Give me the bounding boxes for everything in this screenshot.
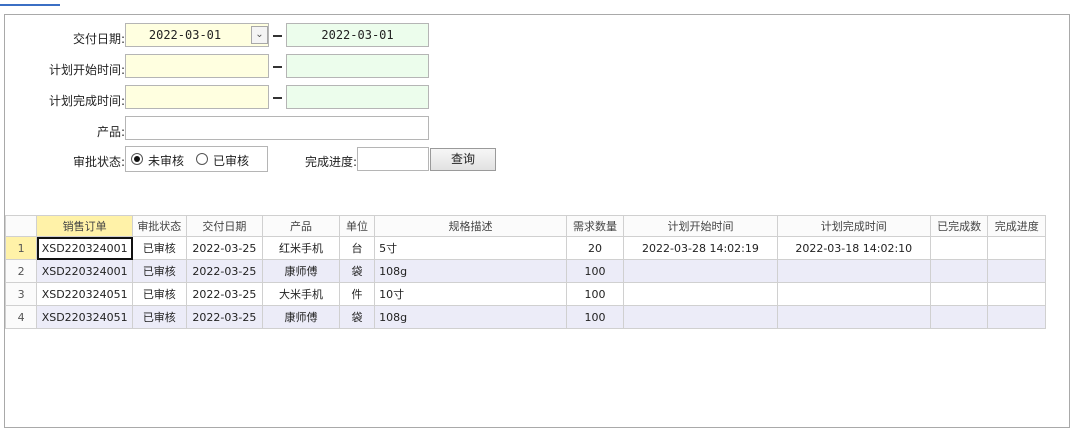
cell-spec[interactable]: 10寸	[374, 282, 567, 306]
plan-start-from-field[interactable]	[125, 54, 269, 78]
cell-qty[interactable]: 100	[565, 259, 625, 283]
cell-done[interactable]	[929, 282, 989, 306]
plan-start-to-field[interactable]	[286, 54, 429, 78]
column-header-unit[interactable]: 单位	[338, 215, 376, 237]
cell-plan-finish[interactable]	[776, 282, 931, 306]
progress-field[interactable]	[357, 147, 429, 171]
cell-product[interactable]: 红米手机	[262, 236, 340, 260]
cell-plan-finish[interactable]: 2022-03-18 14:02:10	[776, 236, 931, 260]
radio-unapproved[interactable]	[131, 153, 143, 165]
cell-order[interactable]: XSD220324001	[36, 259, 134, 283]
column-header-plan-finish[interactable]: 计划完成时间	[776, 215, 931, 237]
cell-plan-start[interactable]: 2022-03-28 14:02:19	[623, 236, 778, 260]
chevron-down-icon: ⌄	[255, 29, 264, 40]
radio-approved-label[interactable]: 已审核	[213, 152, 249, 169]
cell-plan-finish[interactable]	[776, 259, 931, 283]
plan-start-label: 计划开始时间:	[48, 63, 125, 77]
cell-unit[interactable]: 件	[338, 282, 376, 306]
cell-spec[interactable]: 5寸	[374, 236, 567, 260]
cell-spec[interactable]: 108g	[374, 305, 567, 329]
range-dash	[273, 66, 282, 68]
delivery-date-from-field[interactable]: 2022-03-01	[125, 23, 269, 47]
cell-delivery-date[interactable]: 2022-03-25	[185, 305, 264, 329]
row-number[interactable]: 3	[4, 282, 38, 306]
column-header-order[interactable]: 销售订单	[36, 215, 134, 237]
row-number[interactable]: 2	[4, 259, 38, 283]
cell-qty[interactable]: 100	[565, 282, 625, 306]
query-button[interactable]: 查询	[430, 148, 496, 171]
grid-header-row: 销售订单 审批状态 交付日期 产品 单位 规格描述 需求数量 计划开始时间 计划…	[4, 215, 1046, 237]
product-label: 产品:	[96, 125, 125, 139]
column-header-spec[interactable]: 规格描述	[374, 215, 567, 237]
cell-order[interactable]: XSD220324051	[36, 305, 134, 329]
cell-unit[interactable]: 台	[338, 236, 376, 260]
delivery-date-dropdown-button[interactable]: ⌄	[251, 26, 268, 44]
row-number[interactable]: 1	[4, 236, 38, 260]
range-dash	[273, 97, 282, 99]
cell-plan-start[interactable]	[623, 259, 778, 283]
table-row[interactable]: 2 XSD220324001 已审核 2022-03-25 康师傅 袋 108g…	[4, 259, 1046, 283]
column-header-product[interactable]: 产品	[262, 215, 340, 237]
plan-finish-to-field[interactable]	[286, 85, 429, 109]
table-row[interactable]: 1 XSD220324001 已审核 2022-03-25 红米手机 台 5寸 …	[4, 236, 1046, 260]
column-header-status[interactable]: 审批状态	[132, 215, 187, 237]
cell-done[interactable]	[929, 259, 989, 283]
cell-product[interactable]: 大米手机	[262, 282, 340, 306]
column-header-progress[interactable]: 完成进度	[987, 215, 1046, 237]
approval-status-radio-group: 未审核 已审核	[125, 146, 268, 172]
delivery-date-to-value: 2022-03-01	[321, 28, 394, 42]
cell-done[interactable]	[929, 236, 989, 260]
column-header-plan-start[interactable]: 计划开始时间	[623, 215, 778, 237]
cell-status[interactable]: 已审核	[132, 305, 187, 329]
cell-plan-start[interactable]	[623, 305, 778, 329]
progress-label: 完成进度:	[304, 155, 357, 169]
cell-done[interactable]	[929, 305, 989, 329]
column-header-delivery-date[interactable]: 交付日期	[185, 215, 264, 237]
cell-plan-start[interactable]	[623, 282, 778, 306]
cell-order[interactable]: XSD220324051	[36, 282, 134, 306]
query-panel: 交付日期: 2022-03-01 ⌄ 2022-03-01 计划开始时间: 计划…	[4, 14, 1070, 428]
cell-progress[interactable]	[987, 236, 1046, 260]
cell-qty[interactable]: 100	[565, 305, 625, 329]
cell-progress[interactable]	[987, 282, 1046, 306]
approval-status-label: 审批状态:	[72, 155, 125, 169]
cell-unit[interactable]: 袋	[338, 259, 376, 283]
cell-unit[interactable]: 袋	[338, 305, 376, 329]
cell-order[interactable]: XSD220324001	[36, 236, 134, 260]
cell-status[interactable]: 已审核	[132, 236, 187, 260]
cell-status[interactable]: 已审核	[132, 282, 187, 306]
plan-finish-from-field[interactable]	[125, 85, 269, 109]
product-field[interactable]	[125, 116, 429, 140]
column-header-done[interactable]: 已完成数	[929, 215, 989, 237]
table-row[interactable]: 3 XSD220324051 已审核 2022-03-25 大米手机 件 10寸…	[4, 282, 1046, 306]
column-header-qty[interactable]: 需求数量	[565, 215, 625, 237]
cell-delivery-date[interactable]: 2022-03-25	[185, 236, 264, 260]
table-row[interactable]: 4 XSD220324051 已审核 2022-03-25 康师傅 袋 108g…	[4, 305, 1046, 329]
cell-delivery-date[interactable]: 2022-03-25	[185, 282, 264, 306]
cell-product[interactable]: 康师傅	[262, 259, 340, 283]
row-number[interactable]: 4	[4, 305, 38, 329]
delivery-date-to-field[interactable]: 2022-03-01	[286, 23, 429, 47]
cell-progress[interactable]	[987, 259, 1046, 283]
delivery-date-from-value: 2022-03-01	[148, 28, 222, 42]
cell-product[interactable]: 康师傅	[262, 305, 340, 329]
plan-finish-label: 计划完成时间:	[48, 94, 125, 108]
window-top-strip	[0, 0, 60, 6]
cell-plan-finish[interactable]	[776, 305, 931, 329]
radio-unapproved-label[interactable]: 未审核	[148, 152, 184, 169]
range-dash	[273, 35, 282, 37]
results-grid: 销售订单 审批状态 交付日期 产品 单位 规格描述 需求数量 计划开始时间 计划…	[4, 215, 1046, 329]
cell-spec[interactable]: 108g	[374, 259, 567, 283]
delivery-date-label: 交付日期:	[72, 32, 125, 46]
grid-corner[interactable]	[4, 215, 38, 237]
cell-progress[interactable]	[987, 305, 1046, 329]
radio-approved[interactable]	[196, 153, 208, 165]
cell-delivery-date[interactable]: 2022-03-25	[185, 259, 264, 283]
cell-status[interactable]: 已审核	[132, 259, 187, 283]
cell-qty[interactable]: 20	[565, 236, 625, 260]
